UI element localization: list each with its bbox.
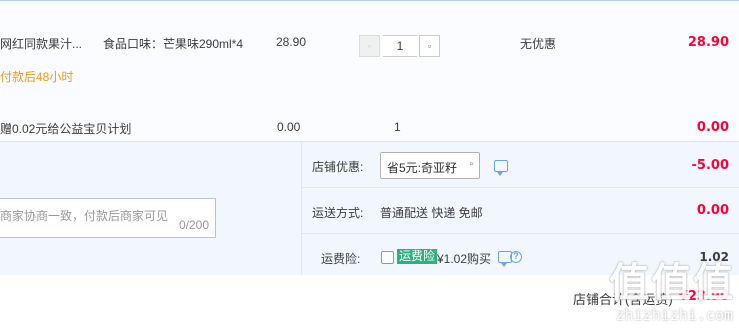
insurance-checkbox[interactable]	[381, 251, 394, 264]
shop-discount-option: 省5元:奇亚籽	[387, 161, 458, 175]
item-name[interactable]: 网红同款果汁...	[0, 35, 82, 52]
item-promotion: 无优惠	[520, 37, 557, 51]
shop-discount-label: 店铺优惠:	[312, 160, 364, 174]
divider	[301, 187, 739, 188]
watermark-url: zhizhizhi.com	[615, 306, 733, 324]
divider	[301, 233, 739, 234]
insurance-price: ¥1.02购买	[437, 252, 492, 266]
item-price: 28.90	[276, 35, 307, 49]
chat-icon[interactable]	[494, 160, 508, 176]
shop-discount-value: -5.00	[691, 158, 729, 173]
charity-price: 0.00	[277, 120, 301, 134]
delivery-note: 付款后48小时	[0, 70, 74, 84]
shipping-label: 运送方式:	[312, 206, 364, 220]
charity-quantity: 1	[394, 120, 401, 134]
memo-textarea[interactable]: 商家协商一致，付款后商家可见 0/200	[0, 198, 216, 238]
item-subtotal: 28.90	[687, 35, 729, 50]
minus-icon[interactable]: ▫	[359, 35, 380, 57]
charity-subtotal: 0.00	[696, 120, 729, 135]
plus-icon[interactable]: ▫	[419, 35, 440, 57]
memo-placeholder: 商家协商一致，付款后商家可见	[0, 209, 169, 223]
chevron-down-icon: ▫	[469, 159, 473, 170]
shipping-price: 0.00	[696, 203, 729, 218]
shop-discount-select[interactable]: 省5元:奇亚籽 ▫	[380, 152, 480, 179]
memo-char-count: 0/200	[178, 218, 209, 232]
charity-text: 赠0.02元给公益宝贝计划	[0, 122, 132, 136]
watermark-logo: 值值值	[609, 260, 735, 306]
help-icon[interactable]: ?	[510, 251, 522, 263]
shipping-method[interactable]: 普通配送 快递 免邮	[380, 204, 483, 221]
item-sku: 食品口味：芒果味290ml*4	[103, 37, 244, 51]
insurance-badge: 运费险	[397, 249, 438, 264]
insurance-label: 运费险:	[321, 252, 361, 266]
quantity-input[interactable]: 1	[383, 35, 417, 57]
